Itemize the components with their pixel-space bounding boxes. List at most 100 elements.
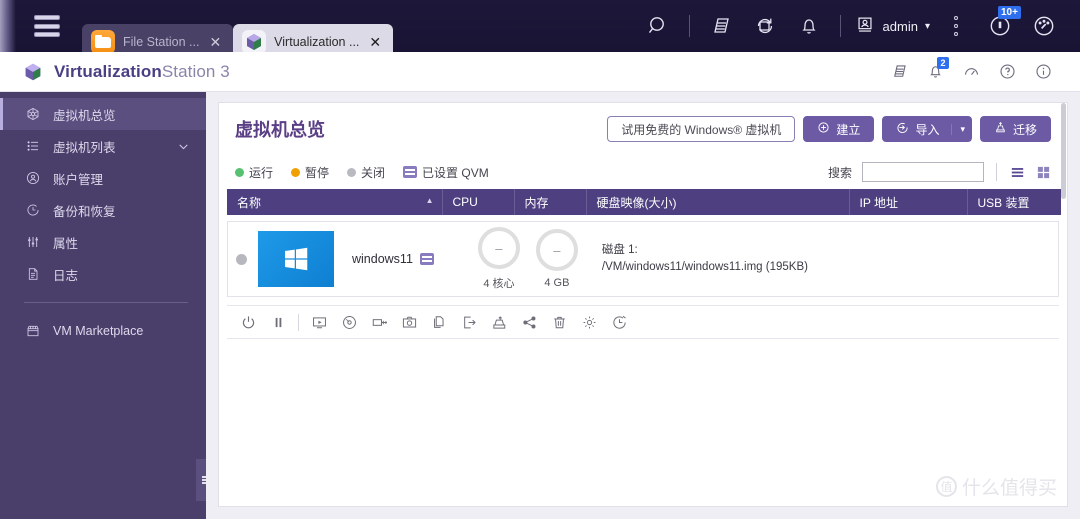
status-stopped-dot xyxy=(347,167,357,177)
cd-rom-icon[interactable] xyxy=(334,307,364,337)
panel-title: 虚拟机总览 xyxy=(235,120,325,140)
snapshot-camera-icon[interactable] xyxy=(394,307,424,337)
settings-sliders-icon xyxy=(24,234,41,251)
qvm-configured-icon xyxy=(419,253,434,265)
disk-label: 磁盘 1: xyxy=(601,244,638,257)
column-header-disk-image[interactable]: 硬盘映像(大小) xyxy=(586,189,850,215)
usb-device-icon[interactable] xyxy=(364,307,394,337)
legend-label: 暂停 xyxy=(305,165,330,180)
sidebar-item-vm-overview[interactable]: 虚拟机总览 xyxy=(0,98,206,130)
notifications-bell-icon[interactable] xyxy=(787,0,831,52)
more-vertical-icon[interactable] xyxy=(934,0,978,52)
button-label: 迁移 xyxy=(1012,122,1037,137)
memory-usage-ring: – xyxy=(535,229,578,271)
sidebar-item-properties[interactable]: 属性 xyxy=(0,226,206,258)
panel-scrollbar[interactable] xyxy=(1060,103,1067,506)
sidebar-item-label: 属性 xyxy=(53,236,79,251)
legend-label: 已设置 QVM xyxy=(422,165,489,180)
sidebar-item-vm-list[interactable]: 虚拟机列表 xyxy=(0,130,206,162)
create-vm-button[interactable]: 建立 xyxy=(803,116,875,142)
disk-image-cell: 磁盘 1: /VM/windows11/windows11.img (195KB… xyxy=(602,242,808,275)
divider xyxy=(839,15,841,37)
page-title: VirtualizationStation 3 xyxy=(54,62,230,82)
sidebar-item-label: 虚拟机列表 xyxy=(53,140,116,155)
top-bar-left-edge xyxy=(0,0,16,52)
account-management-icon xyxy=(24,170,41,187)
column-header-cpu[interactable]: CPU xyxy=(442,189,515,215)
column-header-name[interactable]: 名称 ▲ xyxy=(227,189,443,215)
backup-restore-icon xyxy=(24,202,41,219)
search-icon[interactable] xyxy=(636,0,680,52)
clone-copy-icon[interactable] xyxy=(424,307,454,337)
search-input[interactable] xyxy=(862,162,984,182)
grid-view-icon[interactable] xyxy=(1036,165,1051,180)
vm-action-toolbar xyxy=(227,305,1059,339)
power-icon[interactable] xyxy=(233,307,263,337)
sidebar-item-backup-restore[interactable]: 备份和恢复 xyxy=(0,194,206,226)
main-menu-hamburger-icon[interactable] xyxy=(34,15,60,37)
column-label: 名称 xyxy=(237,195,262,210)
export-icon[interactable] xyxy=(454,307,484,337)
external-devices-icon[interactable] xyxy=(743,0,787,52)
background-task-icon[interactable] xyxy=(882,52,916,92)
table-header-row: 名称 ▲ CPU 内存 硬盘映像(大小) IP 地址 USB 装置 xyxy=(227,189,1061,215)
list-view-icon[interactable] xyxy=(1009,164,1026,181)
watermark-text: 什么值得买 xyxy=(961,478,1057,499)
schedule-clock-icon[interactable] xyxy=(604,307,634,337)
close-icon[interactable]: ✕ xyxy=(207,35,223,49)
console-icon[interactable] xyxy=(304,307,334,337)
memory-size-label: 4 GB xyxy=(544,277,570,289)
column-header-ip-address[interactable]: IP 地址 xyxy=(849,189,968,215)
column-header-memory[interactable]: 内存 xyxy=(514,189,587,215)
share-icon[interactable] xyxy=(514,307,544,337)
sidebar-item-vm-marketplace[interactable]: VM Marketplace xyxy=(0,315,206,347)
user-name: admin xyxy=(882,18,918,34)
dashboard-icon[interactable]: 10+ xyxy=(978,0,1022,52)
resource-monitor-icon[interactable] xyxy=(1022,0,1066,52)
status-stopped-dot[interactable] xyxy=(236,253,247,265)
sort-ascending-icon: ▲ xyxy=(425,196,434,205)
sidebar: 虚拟机总览 虚拟机列表 账户管理 备份和恢复 属性 日志 VM Marketpl… xyxy=(0,92,218,519)
background-tasks-icon[interactable] xyxy=(699,0,743,52)
status-paused-dot xyxy=(291,167,301,177)
about-info-icon[interactable] xyxy=(1026,52,1060,92)
app-header-icons: 2 xyxy=(882,52,1080,92)
sidebar-divider xyxy=(24,302,188,303)
try-free-windows-vm-button[interactable]: 试用免费的 Windows® 虚拟机 xyxy=(607,116,796,142)
settings-gear-icon[interactable] xyxy=(574,307,604,337)
app-tab-strip: File Station ... ✕ Virtualization ... ✕ xyxy=(82,0,394,60)
user-avatar-icon xyxy=(854,14,876,39)
pause-icon[interactable] xyxy=(263,307,293,337)
legend-paused: 暂停 xyxy=(291,164,329,181)
table-row[interactable]: windows11 – 4 核心 – 4 GB 磁盘 1: /VM/window… xyxy=(227,221,1059,297)
chevron-down-icon[interactable]: ▾ xyxy=(951,123,965,135)
performance-icon[interactable] xyxy=(954,52,988,92)
legend-running: 运行 xyxy=(235,164,273,181)
import-vm-button[interactable]: 导入 ▾ xyxy=(882,116,972,142)
sidebar-item-account-management[interactable]: 账户管理 xyxy=(0,162,206,194)
memory-cell: – 4 GB xyxy=(528,229,586,289)
migrate-vm-button[interactable]: 迁移 xyxy=(979,116,1051,142)
main-content: 虚拟机总览 试用免费的 Windows® 虚拟机 建立 导入 ▾ 迁移 运行 暂… xyxy=(206,92,1080,519)
backup-icon[interactable] xyxy=(484,307,514,337)
help-icon[interactable] xyxy=(990,52,1024,92)
button-label: 建立 xyxy=(836,122,861,137)
legend-qvm-configured: 已设置 QVM xyxy=(403,164,489,181)
panel-action-buttons: 试用免费的 Windows® 虚拟机 建立 导入 ▾ 迁移 xyxy=(607,116,1051,142)
screen: File Station ... ✕ Virtualization ... ✕ xyxy=(0,0,1080,519)
watermark: 值 什么值得买 xyxy=(935,473,1057,500)
divider xyxy=(996,163,997,181)
chevron-down-icon[interactable] xyxy=(177,140,190,153)
sidebar-item-label: 虚拟机总览 xyxy=(53,108,116,123)
delete-trash-icon[interactable] xyxy=(544,307,574,337)
close-icon[interactable]: ✕ xyxy=(367,35,383,49)
tab-label: Virtualization ... xyxy=(274,35,360,49)
notification-bell-icon[interactable]: 2 xyxy=(918,52,952,92)
virtualization-station-icon xyxy=(242,30,267,54)
user-menu[interactable]: admin ▾ xyxy=(850,14,934,39)
legend-label: 运行 xyxy=(249,165,274,180)
disk-path: /VM/windows11/windows11.img (195KB) xyxy=(601,261,808,273)
sidebar-item-log[interactable]: 日志 xyxy=(0,258,206,290)
column-header-usb-device[interactable]: USB 装置 xyxy=(967,189,1061,215)
app-header: VirtualizationStation 3 2 xyxy=(0,52,1080,92)
